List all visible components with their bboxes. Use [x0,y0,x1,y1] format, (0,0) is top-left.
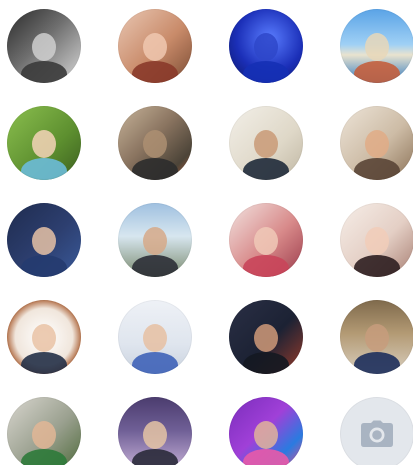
avatar-face [365,227,389,255]
friend-avatar[interactable] [118,9,192,83]
avatar-silhouette [7,300,81,374]
camera-icon [361,420,393,447]
avatar-face [32,33,56,61]
friend-avatar[interactable] [340,300,413,374]
avatar-face [143,130,167,158]
avatar-silhouette [229,9,303,83]
avatar-silhouette [7,397,81,465]
avatar-face [32,227,56,255]
avatar-shoulders [243,158,289,180]
avatar-grid [7,9,413,465]
friend-avatar[interactable] [7,300,81,374]
avatar-silhouette [7,203,81,277]
friends-photo-grid-screen [0,0,413,465]
friend-avatar[interactable] [229,203,303,277]
avatar-shoulders [21,61,67,83]
avatar-face [254,130,278,158]
avatar-shoulders [354,158,400,180]
avatar-face [32,324,56,352]
avatar-face [365,33,389,61]
avatar-silhouette [118,203,192,277]
avatar-silhouette [118,9,192,83]
avatar-shoulders [354,352,400,374]
friend-avatar[interactable] [7,397,81,465]
friend-avatar[interactable] [118,300,192,374]
avatar-face [254,421,278,449]
avatar-face [254,227,278,255]
avatar-face [32,421,56,449]
avatar-silhouette [229,397,303,465]
avatar-face [143,421,167,449]
avatar-shoulders [132,158,178,180]
friend-avatar[interactable] [7,203,81,277]
friend-avatar[interactable] [118,397,192,465]
avatar-face [365,324,389,352]
friend-avatar[interactable] [118,203,192,277]
friend-avatar[interactable] [7,9,81,83]
friend-avatar[interactable] [229,397,303,465]
avatar-shoulders [21,449,67,465]
avatar-silhouette [7,106,81,180]
avatar-face [143,33,167,61]
avatar-silhouette [118,106,192,180]
friend-avatar[interactable] [340,203,413,277]
avatar-silhouette [229,203,303,277]
add-photo-camera-button[interactable] [340,397,413,465]
friend-avatar[interactable] [229,300,303,374]
friend-avatar[interactable] [229,106,303,180]
avatar-shoulders [243,61,289,83]
avatar-silhouette [340,203,413,277]
friend-avatar[interactable] [340,9,413,83]
friend-avatar[interactable] [340,106,413,180]
avatar-silhouette [118,397,192,465]
friend-avatar[interactable] [229,9,303,83]
avatar-shoulders [132,61,178,83]
avatar-silhouette [340,300,413,374]
avatar-silhouette [118,300,192,374]
avatar-face [32,130,56,158]
avatar-shoulders [21,352,67,374]
avatar-shoulders [132,255,178,277]
friend-avatar[interactable] [7,106,81,180]
avatar-face [143,227,167,255]
avatar-face [143,324,167,352]
avatar-face [254,33,278,61]
avatar-face [365,130,389,158]
avatar-silhouette [229,300,303,374]
avatar-shoulders [132,352,178,374]
avatar-shoulders [243,449,289,465]
avatar-silhouette [340,9,413,83]
avatar-shoulders [243,255,289,277]
avatar-shoulders [132,449,178,465]
avatar-shoulders [243,352,289,374]
avatar-silhouette [229,106,303,180]
avatar-silhouette [7,9,81,83]
avatar-face [254,324,278,352]
avatar-shoulders [21,158,67,180]
avatar-silhouette [340,106,413,180]
avatar-shoulders [21,255,67,277]
friend-avatar[interactable] [118,106,192,180]
avatar-shoulders [354,61,400,83]
avatar-shoulders [354,255,400,277]
